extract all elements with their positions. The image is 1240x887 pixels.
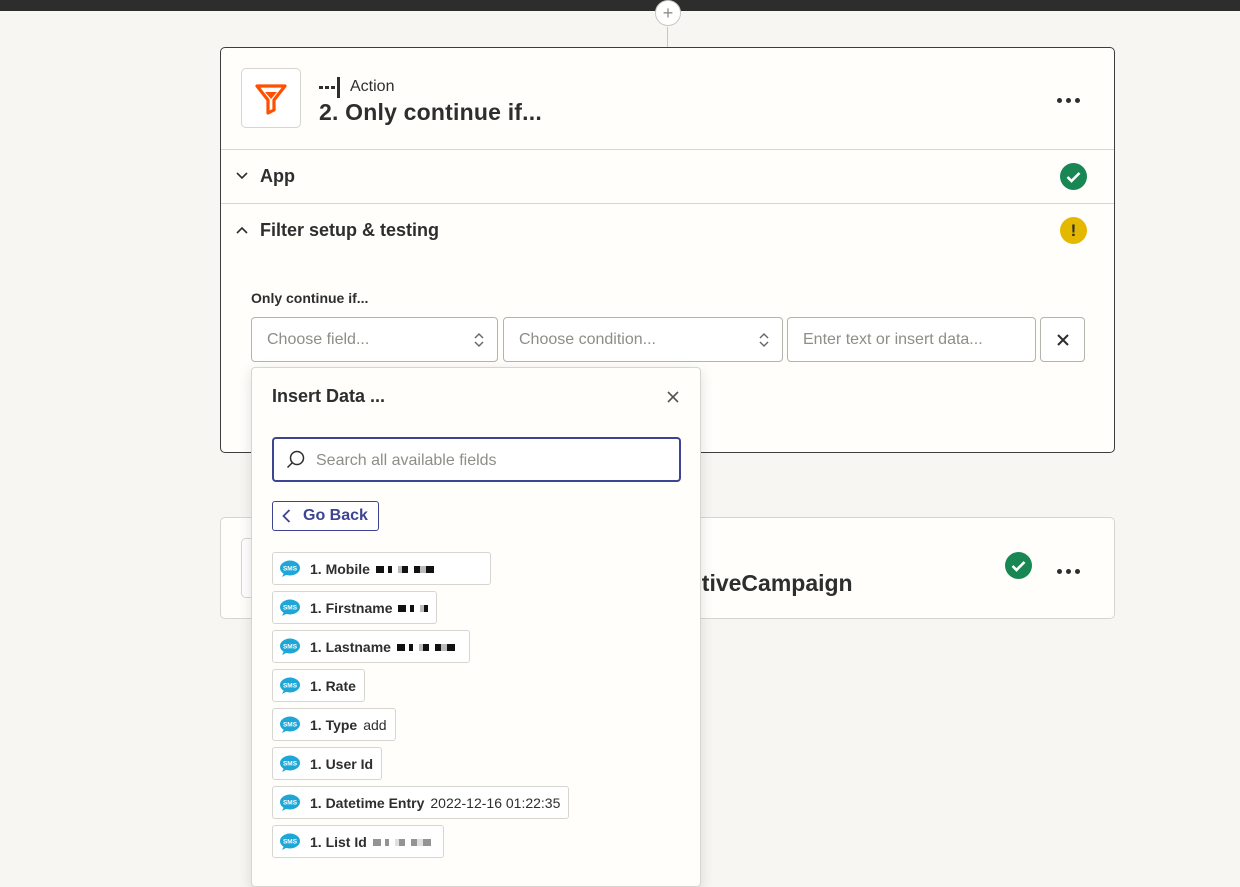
field-chip-rate[interactable]: SMS 1. Rate — [272, 669, 365, 702]
svg-text:SMS: SMS — [283, 838, 298, 845]
add-step-plus-icon[interactable]: + — [655, 0, 681, 26]
sms-bubble-icon: SMS — [280, 716, 300, 733]
more-options-icon[interactable] — [1052, 89, 1084, 111]
choose-field-placeholder: Choose field... — [267, 331, 370, 348]
svg-text:SMS: SMS — [283, 604, 298, 611]
redacted-value — [396, 639, 461, 654]
svg-text:SMS: SMS — [283, 682, 298, 689]
section-app[interactable]: App — [221, 149, 1114, 204]
field-name: 1. Lastname — [310, 638, 391, 655]
field-name: 1. Firstname — [310, 599, 393, 616]
more-options-icon[interactable] — [1052, 560, 1084, 582]
choose-condition-placeholder: Choose condition... — [519, 331, 656, 348]
chevron-left-icon — [282, 509, 291, 523]
svg-text:SMS: SMS — [283, 760, 298, 767]
warning-glyph: ! — [1070, 220, 1077, 240]
redacted-value — [372, 834, 435, 849]
field-name: 1. List Id — [310, 833, 367, 850]
go-back-button[interactable]: Go Back — [272, 501, 379, 531]
remove-rule-button[interactable] — [1040, 317, 1085, 362]
warning-circle-icon: ! — [1060, 217, 1087, 244]
filter-value-placeholder: Enter text or insert data... — [803, 331, 983, 348]
section-filter-label: Filter setup & testing — [260, 220, 440, 240]
field-name: 1. Mobile — [310, 560, 370, 577]
check-circle-icon — [1060, 163, 1087, 190]
filter-rule-label: Only continue if... — [251, 290, 369, 306]
svg-text:SMS: SMS — [283, 565, 298, 572]
svg-text:SMS: SMS — [283, 799, 298, 806]
step-title[interactable]: 2. Only continue if... — [319, 99, 542, 126]
field-chip-list-id[interactable]: SMS 1. List Id — [272, 825, 444, 858]
check-circle-icon — [1005, 552, 1032, 579]
sms-bubble-icon: SMS — [280, 833, 300, 850]
field-name: 1. Datetime Entry — [310, 794, 425, 811]
sms-bubble-icon: SMS — [280, 794, 300, 811]
choose-field-select[interactable]: Choose field... — [251, 317, 498, 362]
field-search[interactable] — [272, 437, 681, 482]
field-name: 1. Type — [310, 716, 358, 733]
field-name: 1. Rate — [310, 677, 356, 694]
field-chip-mobile[interactable]: SMS 1. Mobile — [272, 552, 491, 585]
sms-bubble-icon: SMS — [280, 755, 300, 772]
insert-data-popover: Insert Data ... Go Back SMS 1. Mobile SM… — [251, 367, 701, 887]
svg-text:SMS: SMS — [283, 721, 298, 728]
field-chip-datetime-entry[interactable]: SMS 1. Datetime Entry 2022-12-16 01:22:3… — [272, 786, 570, 819]
next-step-title: ctiveCampaign — [689, 570, 853, 596]
step-header: Action 2. Only continue if... — [221, 48, 1114, 150]
field-chip-firstname[interactable]: SMS 1. Firstname — [272, 591, 438, 624]
sms-bubble-icon: SMS — [280, 599, 300, 616]
chevron-down-icon — [236, 172, 248, 180]
field-value: 2022-12-16 01:22:35 — [430, 794, 561, 811]
choose-condition-select[interactable]: Choose condition... — [503, 317, 783, 362]
filter-value-input[interactable]: Enter text or insert data... — [787, 317, 1036, 362]
sms-bubble-icon: SMS — [280, 677, 300, 694]
field-chip-user-id[interactable]: SMS 1. User Id — [272, 747, 383, 780]
chevron-up-icon — [236, 226, 248, 234]
field-chip-type[interactable]: SMS 1. Type add — [272, 708, 396, 741]
step-connector-line — [667, 27, 668, 48]
close-icon — [1056, 333, 1069, 346]
go-back-label: Go Back — [303, 507, 368, 524]
step-kind: Action — [319, 76, 394, 98]
redacted-value — [398, 600, 429, 615]
sms-bubble-icon: SMS — [280, 638, 300, 655]
updown-chevron-icon — [759, 332, 769, 348]
sms-bubble-icon: SMS — [280, 560, 300, 577]
updown-chevron-icon — [474, 332, 484, 348]
field-chip-lastname[interactable]: SMS 1. Lastname — [272, 630, 470, 663]
action-step-icon — [319, 77, 340, 98]
search-input[interactable] — [314, 439, 668, 482]
field-name: 1. User Id — [310, 755, 374, 772]
popover-title: Insert Data ... — [272, 386, 386, 406]
close-icon[interactable] — [662, 386, 684, 408]
window-top-bar — [0, 0, 1240, 11]
field-value: add — [363, 716, 387, 733]
section-app-label: App — [260, 166, 295, 186]
redacted-value — [375, 561, 482, 576]
step-kind-label: Action — [350, 78, 395, 95]
section-filter-setup[interactable]: Filter setup & testing ! — [221, 203, 1114, 257]
search-icon — [286, 450, 305, 469]
filter-funnel-icon — [241, 68, 301, 128]
svg-text:SMS: SMS — [283, 643, 298, 650]
